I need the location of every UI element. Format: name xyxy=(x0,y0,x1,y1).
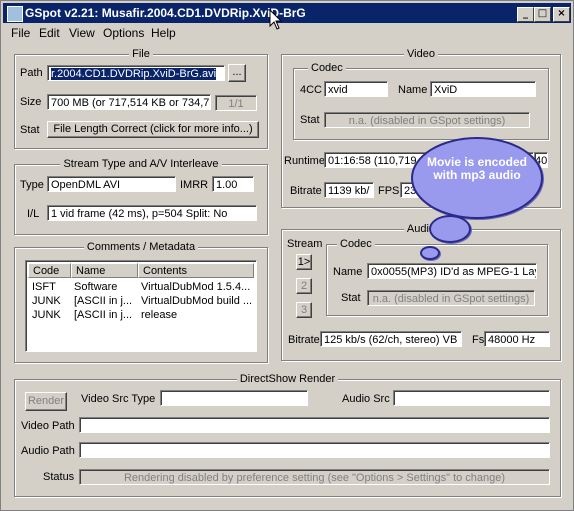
window-title: GSpot v2.21: Musafir.2004.CD1.DVDRip.Xvi… xyxy=(25,6,306,20)
column-header-code[interactable]: Code xyxy=(28,263,71,278)
video-path-label: Video Path xyxy=(21,420,75,432)
audio-src-field[interactable] xyxy=(393,390,550,406)
row-2-name[interactable]: [ASCII in j... xyxy=(74,295,136,307)
row-2-contents[interactable]: VirtualDubMod build ... xyxy=(141,295,253,307)
audio-bitrate-label: Bitrate xyxy=(288,334,320,346)
column-header-contents[interactable]: Contents xyxy=(138,263,254,278)
stream-type-title: Stream Type and A/V Interleave xyxy=(60,158,222,170)
stream-type-group: Stream Type and A/V Interleave Type Open… xyxy=(14,158,268,235)
directshow-render-group: DirectShow Render Render Video Src Type … xyxy=(14,373,561,497)
audio-path-label: Audio Path xyxy=(21,445,75,457)
stat-label: Stat xyxy=(20,124,40,136)
imrr-label: IMRR xyxy=(180,179,209,191)
browse-button[interactable]: ... xyxy=(228,64,246,82)
audio-src-label: Audio Src xyxy=(342,393,390,405)
audio-stat-field: n.a. (disabled in GSpot settings) xyxy=(367,290,535,306)
menu-edit[interactable]: Edit xyxy=(39,26,60,40)
fs-field[interactable]: 48000 Hz xyxy=(484,331,550,347)
callout-text: Movie is encoded with mp3 audio xyxy=(426,155,528,182)
row-1-contents[interactable]: VirtualDubMod 1.5.4... xyxy=(141,281,253,293)
il-field[interactable]: 1 vid frame (42 ms), p=504 Split: No xyxy=(47,205,257,221)
audio-stat-label: Stat xyxy=(341,292,361,304)
il-label: I/L xyxy=(27,208,40,220)
video-name-label: Name xyxy=(398,84,428,96)
gspot-window: GSpot v2.21: Musafir.2004.CD1.DVDRip.Xvi… xyxy=(0,0,574,511)
comments-title: Comments / Metadata xyxy=(83,241,199,253)
video-src-type-field[interactable] xyxy=(160,390,308,406)
fourcc-label: 4CC xyxy=(300,84,323,96)
audio-path-field[interactable] xyxy=(79,442,550,458)
minimize-button[interactable]: _ xyxy=(517,7,534,22)
size-label: Size xyxy=(20,96,42,108)
imrr-field[interactable]: 1.00 xyxy=(212,176,254,192)
maximize-button[interactable]: □ xyxy=(534,7,551,22)
video-bitrate-field[interactable]: 1139 kb/ xyxy=(324,182,374,198)
video-title: Video xyxy=(404,48,438,60)
render-button[interactable]: Render xyxy=(25,392,67,411)
type-field[interactable]: OpenDML AVI xyxy=(47,176,176,192)
row-2-code[interactable]: JUNK xyxy=(32,295,61,307)
audio-bitrate-field[interactable]: 125 kb/s (62/ch, stereo) VB xyxy=(320,331,462,347)
video-path-field[interactable] xyxy=(79,417,550,433)
audio-name-field[interactable]: 0x0055(MP3) ID'd as MPEG-1 Lay xyxy=(367,263,537,279)
video-name-field[interactable]: XviD xyxy=(430,81,536,97)
callout-tail-large xyxy=(429,215,471,243)
menu-options[interactable]: Options xyxy=(103,26,144,40)
type-label: Type xyxy=(20,179,44,191)
row-3-name[interactable]: [ASCII in j... xyxy=(74,309,136,321)
callout-bubble: Movie is encoded with mp3 audio xyxy=(411,137,543,219)
video-bitrate-label: Bitrate xyxy=(290,185,322,197)
audio-name-label: Name xyxy=(333,266,363,278)
row-1-code[interactable]: ISFT xyxy=(32,281,56,293)
menu-help[interactable]: Help xyxy=(151,26,176,40)
path-field[interactable]: r.2004.CD1.DVDRip.XviD-BrG.avi xyxy=(47,65,225,81)
file-group-title: File xyxy=(129,48,153,60)
mouse-cursor-icon xyxy=(269,9,283,30)
stream-label: Stream xyxy=(287,238,323,250)
column-header-name[interactable]: Name xyxy=(71,263,138,278)
status-label: Status xyxy=(43,471,75,483)
title-bar[interactable]: GSpot v2.21: Musafir.2004.CD1.DVDRip.Xvi… xyxy=(3,3,571,23)
file-group: File Path r.2004.CD1.DVDRip.XviD-BrG.avi… xyxy=(14,48,268,149)
audio-stream-1-button[interactable]: 1> xyxy=(296,254,312,270)
size-field[interactable]: 700 MB (or 717,514 KB or 734,73 xyxy=(47,94,211,110)
video-codec-group: Codec 4CC xvid Name XviD Stat n.a. (disa… xyxy=(293,62,549,140)
audio-codec-title: Codec xyxy=(337,238,375,250)
menu-view[interactable]: View xyxy=(69,26,95,40)
close-button[interactable]: × xyxy=(553,7,570,22)
row-1-name[interactable]: Software xyxy=(74,281,136,293)
video-stat-field: n.a. (disabled in GSpot settings) xyxy=(324,112,530,128)
fps-label: FPS xyxy=(378,185,400,197)
part-field: 1/1 xyxy=(215,95,257,111)
runtime-label: Runtime xyxy=(284,155,325,167)
menu-bar: File Edit View Options Help xyxy=(3,24,571,42)
video-stat-label: Stat xyxy=(300,114,320,126)
menu-file[interactable]: File xyxy=(11,26,30,40)
row-3-code[interactable]: JUNK xyxy=(32,309,61,321)
directshow-title: DirectShow Render xyxy=(236,373,339,385)
video-src-type-label: Video Src Type xyxy=(81,393,156,405)
app-icon xyxy=(7,6,23,22)
video-codec-title: Codec xyxy=(308,62,346,74)
path-label: Path xyxy=(20,67,43,79)
status-field: Rendering disabled by preference setting… xyxy=(79,469,550,485)
file-length-button[interactable]: File Length Correct (click for more info… xyxy=(47,121,259,138)
comments-group: Comments / Metadata Code Name Contents I… xyxy=(14,241,268,363)
comments-list[interactable]: Code Name Contents ISFT Software Virtual… xyxy=(25,260,257,352)
audio-stream-3-button[interactable]: 3 xyxy=(296,302,312,318)
audio-stream-2-button[interactable]: 2 xyxy=(296,278,312,294)
fs-label: Fs xyxy=(472,334,485,346)
callout-tail-small xyxy=(420,246,440,260)
row-3-contents[interactable]: release xyxy=(141,309,253,321)
fourcc-field[interactable]: xvid xyxy=(324,81,388,97)
